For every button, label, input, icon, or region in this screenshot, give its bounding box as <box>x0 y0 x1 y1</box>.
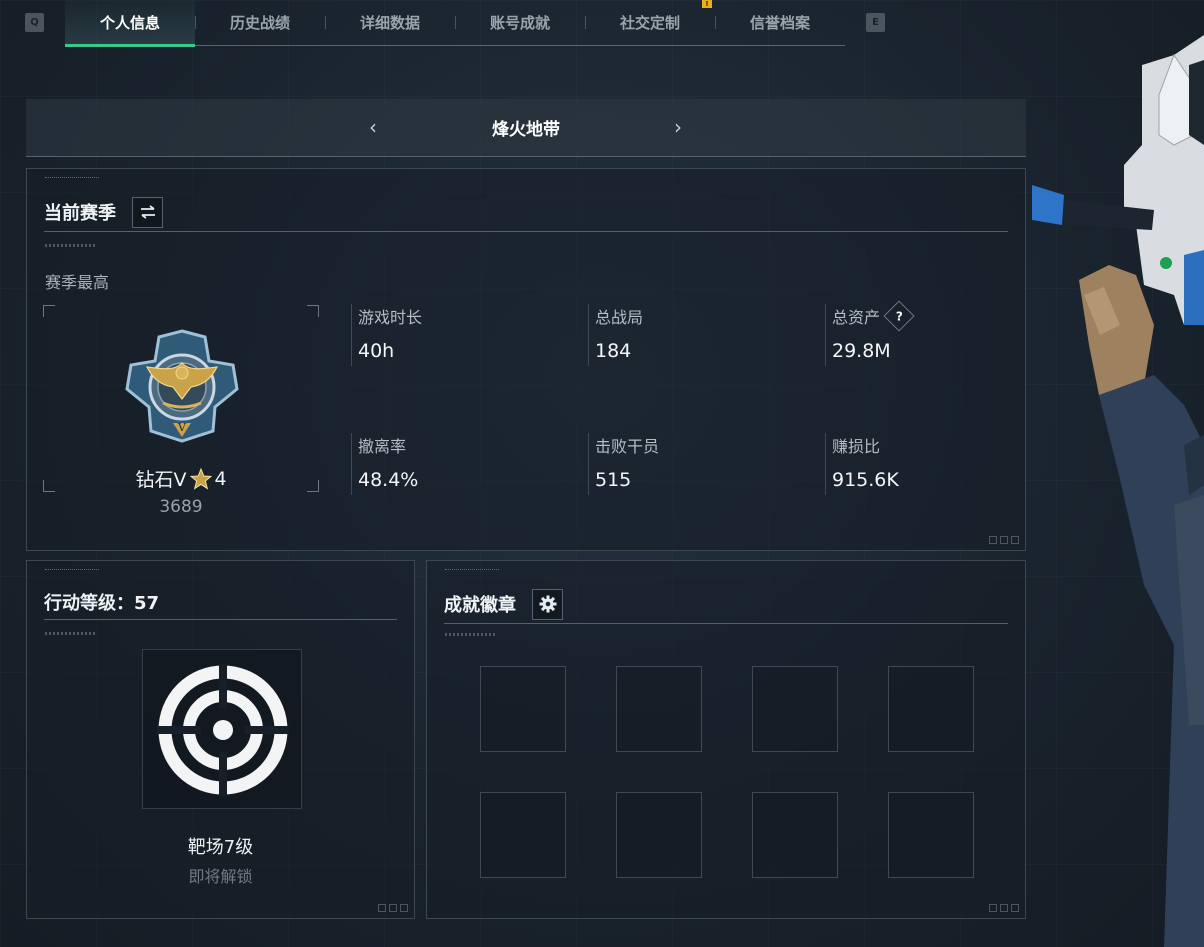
stat-label: 赚损比 <box>832 437 881 456</box>
season-highest-label: 赛季最高 <box>45 273 110 292</box>
badge-slot[interactable] <box>752 666 838 752</box>
stat-extraction-rate: 撤离率 48.4% <box>351 433 418 495</box>
rank-name-row: 钻石V 4 <box>43 465 319 492</box>
achievements-title: 成就徽章 <box>444 595 516 616</box>
mode-next-arrow-icon[interactable]: › <box>668 115 688 139</box>
tab-detailed-data[interactable]: 详细数据 <box>325 0 455 45</box>
stat-total-assets: 总资产 ? 29.8M <box>825 300 915 366</box>
range-badge-frame[interactable] <box>142 649 302 809</box>
stat-total-matches: 总战局 184 <box>588 304 643 366</box>
mode-prev-arrow-icon[interactable]: ‹ <box>363 115 383 139</box>
panel-decoration-bar <box>45 244 97 247</box>
badge-slot[interactable] <box>888 792 974 878</box>
panel-decoration <box>445 569 499 572</box>
badge-name: 靶场7级 <box>187 837 254 858</box>
panel-decoration <box>45 569 99 572</box>
level-title: 行动等级：57 <box>44 593 160 614</box>
badge-slot[interactable] <box>480 792 566 878</box>
panel-decoration-bar <box>45 632 97 635</box>
achievements-header: 成就徽章 <box>444 585 1008 624</box>
panel-decoration <box>45 177 99 180</box>
mode-title: 烽火地带 <box>492 120 560 140</box>
next-tab-key-hint[interactable]: E <box>866 13 885 32</box>
season-header: 当前赛季 <box>44 193 1008 232</box>
level-header: 行动等级：57 <box>44 585 397 620</box>
rank-name: 钻石V <box>135 469 187 491</box>
prev-tab-key-hint[interactable]: Q <box>25 13 44 32</box>
swap-arrows-icon <box>140 205 155 219</box>
operation-level-panel: 行动等级：57 靶场7级 即将解锁 <box>26 560 415 919</box>
rank-stars: 4 <box>214 467 227 490</box>
panel-decoration-bar <box>445 633 497 636</box>
gear-icon <box>539 595 556 613</box>
diamond-rank-emblem-icon: V <box>125 329 239 443</box>
stat-operators-defeated: 击败干员 515 <box>588 433 659 495</box>
top-tab-bar: 个人信息 历史战绩 详细数据 账号成就 社交定制 信誉档案 <box>65 0 845 47</box>
tab-reputation-profile[interactable]: 信誉档案 <box>715 0 845 45</box>
alert-icon: ! <box>702 0 712 8</box>
panel-corner-decoration <box>989 904 1019 912</box>
tab-match-history[interactable]: 历史战绩 <box>195 0 325 45</box>
rank-score: 3689 <box>159 497 203 517</box>
panel-corner-decoration <box>378 904 408 912</box>
switch-season-button[interactable] <box>132 196 163 228</box>
badge-slot[interactable] <box>616 792 702 878</box>
stat-label: 总资产 <box>832 308 881 327</box>
rank-emblem-frame: V 钻石V 4 3689 <box>43 305 319 517</box>
achievement-badges-panel: 成就徽章 <box>426 560 1026 919</box>
stat-label: 总战局 <box>595 308 644 327</box>
badge-status: 即将解锁 <box>188 867 253 886</box>
stat-value: 40h <box>358 340 395 362</box>
season-title: 当前赛季 <box>44 203 116 224</box>
stat-value: 515 <box>595 469 632 491</box>
stat-value: 48.4% <box>358 469 419 491</box>
tab-personal-info[interactable]: 个人信息 <box>65 0 195 47</box>
star-icon <box>190 467 213 490</box>
stat-value: 184 <box>595 340 632 362</box>
stat-value: 915.6K <box>832 469 899 491</box>
stat-label: 游戏时长 <box>358 308 423 327</box>
help-icon[interactable]: ? <box>883 300 915 332</box>
tab-social-customization[interactable]: 社交定制 <box>585 0 715 45</box>
svg-text:V: V <box>177 421 187 434</box>
tab-account-achievements[interactable]: 账号成就 <box>455 0 585 45</box>
stat-profit-loss-ratio: 赚损比 915.6K <box>825 433 899 495</box>
mode-selector: ‹ 烽火地带 › <box>26 99 1026 157</box>
achievements-settings-button[interactable] <box>532 588 563 620</box>
badge-slot[interactable] <box>752 792 838 878</box>
stat-label: 撤离率 <box>358 437 407 456</box>
stat-label: 击败干员 <box>595 437 660 456</box>
badge-slot[interactable] <box>616 666 702 752</box>
operator-character-image <box>1032 35 1204 947</box>
badge-slot[interactable] <box>480 666 566 752</box>
target-badge-icon <box>157 664 289 796</box>
stat-value: 29.8M <box>832 340 891 362</box>
stat-play-time: 游戏时长 40h <box>351 304 422 366</box>
panel-corner-decoration <box>989 536 1019 544</box>
badge-slot[interactable] <box>888 666 974 752</box>
